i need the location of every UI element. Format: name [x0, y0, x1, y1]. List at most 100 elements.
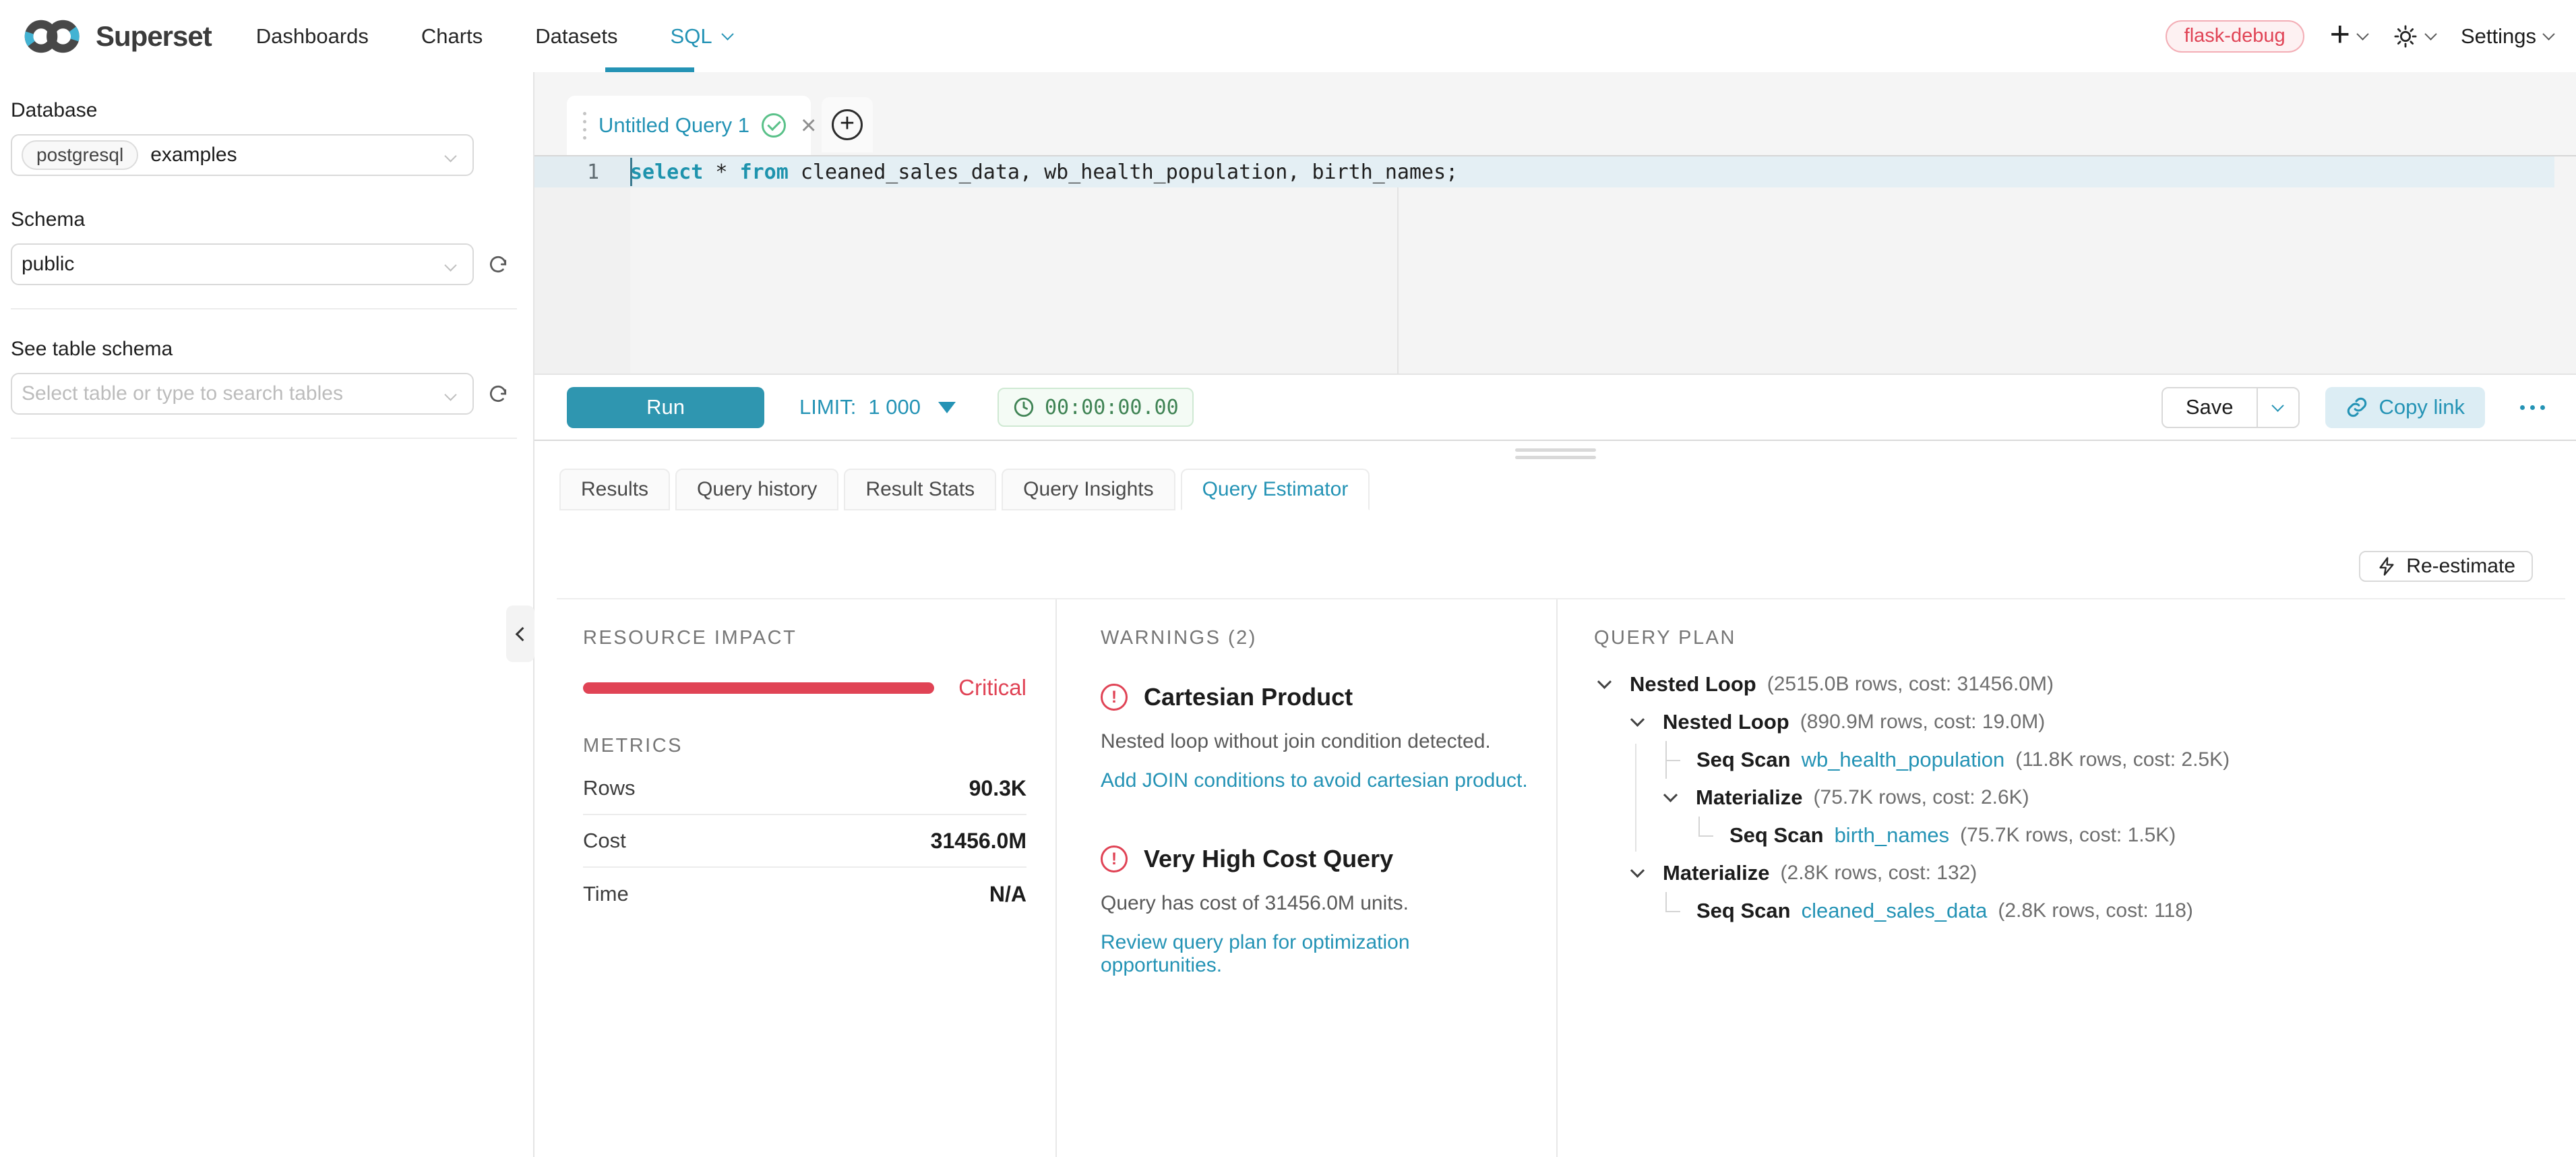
line-number: 1 — [534, 156, 630, 187]
query-tab[interactable]: Untitled Query 1 × — [567, 96, 811, 155]
metric-label: Cost — [583, 829, 626, 853]
theme-menu[interactable] — [2393, 24, 2435, 49]
chevron-down-icon — [2271, 399, 2283, 411]
plan-node-table-link[interactable]: birth_names — [1835, 823, 1950, 848]
warnings-column: WARNINGS (2) Cartesian Product Nested lo… — [1057, 599, 1558, 1157]
sidebar-collapse-button[interactable] — [506, 605, 534, 662]
warning-suggestion-link[interactable]: Add JOIN conditions to avoid cartesian p… — [1101, 769, 1528, 792]
nav-item-datasets[interactable]: Datasets — [535, 24, 617, 49]
tree-guide-line — [1635, 744, 1636, 852]
plan-node[interactable]: Seq Scan cleaned_sales_data (2.8K rows, … — [1594, 892, 2556, 930]
pane-resize-handle[interactable] — [1515, 448, 1596, 459]
save-options-button[interactable] — [2257, 388, 2298, 427]
copy-link-label: Copy link — [2379, 395, 2465, 419]
schema-select[interactable]: public — [11, 243, 474, 285]
chevron-down-icon[interactable] — [1630, 863, 1645, 877]
sql-text: * — [703, 160, 739, 184]
plan-node-detail: (890.9M rows, cost: 19.0M) — [1800, 711, 2045, 734]
warning-cartesian-product: Cartesian Product Nested loop without jo… — [1101, 683, 1529, 792]
plan-node-name: Seq Scan — [1696, 748, 1791, 772]
query-plan-title: QUERY PLAN — [1594, 626, 2556, 649]
drag-handle-icon[interactable] — [583, 112, 586, 140]
tab-query-insights[interactable]: Query Insights — [1002, 469, 1175, 510]
metric-row-rows: Rows 90.3K — [583, 763, 1026, 815]
sidebar-divider — [11, 308, 517, 309]
chevron-down-icon[interactable] — [1663, 788, 1678, 802]
run-button[interactable]: Run — [567, 387, 764, 428]
plan-node[interactable]: Seq Scan birth_names (75.7K rows, cost: … — [1594, 817, 2556, 854]
chevron-down-icon — [444, 259, 456, 271]
close-icon[interactable]: × — [801, 112, 816, 139]
brand[interactable]: Superset — [23, 17, 212, 56]
copy-link-button[interactable]: Copy link — [2325, 387, 2486, 428]
new-item-menu[interactable]: + — [2330, 21, 2367, 52]
resource-impact-column: RESOURCE IMPACT Critical METRICS Rows 90… — [534, 599, 1057, 1157]
database-select-value: examples — [150, 144, 237, 167]
plan-node-detail: (2.8K rows, cost: 118) — [1998, 899, 2193, 922]
navbar: Superset Dashboards Charts Datasets SQL … — [0, 0, 2576, 72]
plan-node-detail: (75.7K rows, cost: 1.5K) — [1960, 824, 2176, 847]
reestimate-label: Re-estimate — [2406, 555, 2515, 578]
save-button[interactable]: Save — [2163, 388, 2257, 427]
plan-node-detail: (2.8K rows, cost: 132) — [1781, 862, 1977, 885]
tree-connector-icon — [1665, 896, 1683, 926]
tab-query-estimator[interactable]: Query Estimator — [1181, 469, 1370, 510]
database-dialect-tag: postgresql — [22, 140, 138, 170]
nav-item-charts[interactable]: Charts — [421, 24, 483, 49]
resource-impact-title: RESOURCE IMPACT — [583, 626, 1026, 649]
panel-divider — [557, 598, 2565, 599]
plan-node-table-link[interactable]: cleaned_sales_data — [1802, 899, 1988, 923]
sql-editor[interactable]: 1 select * from cleaned_sales_data, wb_h… — [534, 156, 2576, 374]
metric-label: Rows — [583, 776, 636, 800]
result-tab-bar: Results Query history Result Stats Query… — [534, 469, 2576, 510]
nav-item-sql[interactable]: SQL — [671, 24, 732, 49]
superset-logo-icon — [23, 17, 84, 56]
superset-sql-lab: Superset Dashboards Charts Datasets SQL … — [0, 0, 2576, 1157]
limit-dropdown[interactable]: LIMIT: 1 000 — [799, 395, 956, 419]
chevron-down-icon[interactable] — [1597, 674, 1612, 688]
table-select[interactable]: Select table or type to search tables — [11, 373, 474, 415]
plan-node-name: Nested Loop — [1663, 710, 1789, 734]
reestimate-button[interactable]: Re-estimate — [2359, 551, 2533, 582]
nav-item-sql-label: SQL — [671, 24, 712, 49]
warning-description: Query has cost of 31456.0M units. — [1101, 892, 1529, 915]
metric-value: N/A — [989, 882, 1026, 907]
sidebar-divider — [11, 438, 517, 439]
database-label: Database — [11, 99, 533, 122]
tab-result-stats[interactable]: Result Stats — [844, 469, 996, 510]
code-line[interactable]: select * from cleaned_sales_data, wb_hea… — [630, 156, 2554, 187]
metric-label: Time — [583, 882, 629, 906]
more-actions-button[interactable] — [2520, 405, 2545, 410]
warning-description: Nested loop without join condition detec… — [1101, 730, 1529, 753]
refresh-schemas-button[interactable] — [487, 254, 509, 275]
tree-connector-icon — [1698, 821, 1716, 850]
plan-node[interactable]: Materialize (75.7K rows, cost: 2.6K) — [1594, 779, 2556, 817]
impact-level-label: Critical — [958, 675, 1026, 701]
resize-zone — [534, 441, 2576, 469]
plan-node[interactable]: Nested Loop (890.9M rows, cost: 19.0M) — [1594, 703, 2556, 741]
database-select[interactable]: postgresql examples — [11, 134, 474, 176]
warning-high-cost: Very High Cost Query Query has cost of 3… — [1101, 845, 1529, 977]
new-query-tab-button[interactable]: + — [822, 97, 873, 152]
sqllab-sidebar: Database postgresql examples Schema publ… — [0, 72, 534, 1157]
sql-text: cleaned_sales_data, wb_health_population… — [789, 160, 1458, 184]
plan-node-name: Materialize — [1696, 785, 1803, 810]
refresh-tables-button[interactable] — [487, 383, 509, 405]
editor-gutter: 1 — [534, 156, 630, 374]
table-schema-label: See table schema — [11, 338, 533, 361]
chevron-down-icon[interactable] — [1630, 712, 1645, 726]
nav-item-dashboards[interactable]: Dashboards — [256, 24, 369, 49]
plan-node[interactable]: Materialize (2.8K rows, cost: 132) — [1594, 854, 2556, 892]
plan-node[interactable]: Nested Loop (2515.0B rows, cost: 31456.0… — [1594, 665, 2556, 703]
metric-value: 90.3K — [969, 776, 1026, 801]
plus-icon: + — [2330, 17, 2350, 52]
metrics-title: METRICS — [583, 734, 1026, 757]
settings-menu[interactable]: Settings — [2461, 24, 2553, 49]
chevron-down-icon — [721, 28, 733, 40]
tab-query-history[interactable]: Query history — [675, 469, 838, 510]
tab-results[interactable]: Results — [559, 469, 670, 510]
plan-node-table-link[interactable]: wb_health_population — [1802, 748, 2005, 772]
plan-node[interactable]: Seq Scan wb_health_population (11.8K row… — [1594, 741, 2556, 779]
warning-title: Very High Cost Query — [1144, 845, 1393, 873]
warning-suggestion-link[interactable]: Review query plan for optimization oppor… — [1101, 931, 1529, 977]
